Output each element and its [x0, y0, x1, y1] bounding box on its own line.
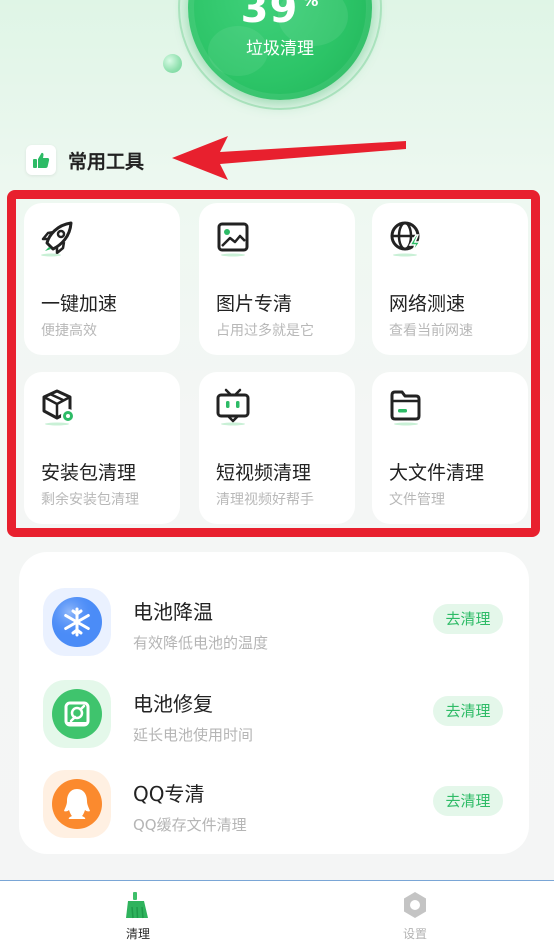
nav-tab-label: 清理: [125, 927, 150, 941]
list-item-subtitle: 有效降低电池的温度: [133, 634, 269, 652]
gauge-unit: %: [302, 0, 320, 10]
broom-icon: [126, 892, 148, 919]
list-item-title: 电池降温: [133, 600, 213, 624]
gauge-label: 垃圾清理: [246, 39, 314, 59]
list-item-title: 电池修复: [133, 692, 213, 716]
nav-tab-clean[interactable]: 清理: [98, 881, 178, 945]
section-header: 常用工具: [26, 145, 144, 175]
feature-list-card: 电池降温 有效降低电池的温度 去清理 电池修复 延长电池使用时间 去清理 QQ专…: [19, 552, 529, 854]
repair-icon: [43, 680, 111, 748]
thumbs-up-icon: [26, 145, 56, 175]
list-item-subtitle: 延长电池使用时间: [133, 726, 254, 744]
nav-tab-label: 设置: [402, 927, 427, 941]
annotation-highlight-frame: [7, 190, 540, 537]
clean-button[interactable]: 去清理: [433, 786, 503, 816]
list-item-battery-repair[interactable]: 电池修复 延长电池使用时间 去清理: [19, 672, 529, 758]
nav-tab-settings[interactable]: 设置: [375, 881, 455, 945]
gear-icon: [404, 892, 426, 918]
clean-button[interactable]: 去清理: [433, 696, 503, 726]
bottom-navigation: 清理 设置: [0, 880, 554, 945]
snowflake-icon: [43, 588, 111, 656]
annotation-arrow: [172, 136, 406, 180]
section-title: 常用工具: [68, 150, 145, 173]
list-item-subtitle: QQ缓存文件清理: [133, 816, 247, 834]
gauge-value: 39%: [188, 0, 372, 32]
list-item-qq-clean[interactable]: QQ专清 QQ缓存文件清理 去清理: [19, 762, 529, 848]
list-item-title: QQ专清: [133, 782, 205, 806]
list-item-battery-cooling[interactable]: 电池降温 有效降低电池的温度 去清理: [19, 580, 529, 666]
qq-icon: [43, 770, 111, 838]
decorative-bubble: [163, 54, 182, 73]
clean-button[interactable]: 去清理: [433, 604, 503, 634]
